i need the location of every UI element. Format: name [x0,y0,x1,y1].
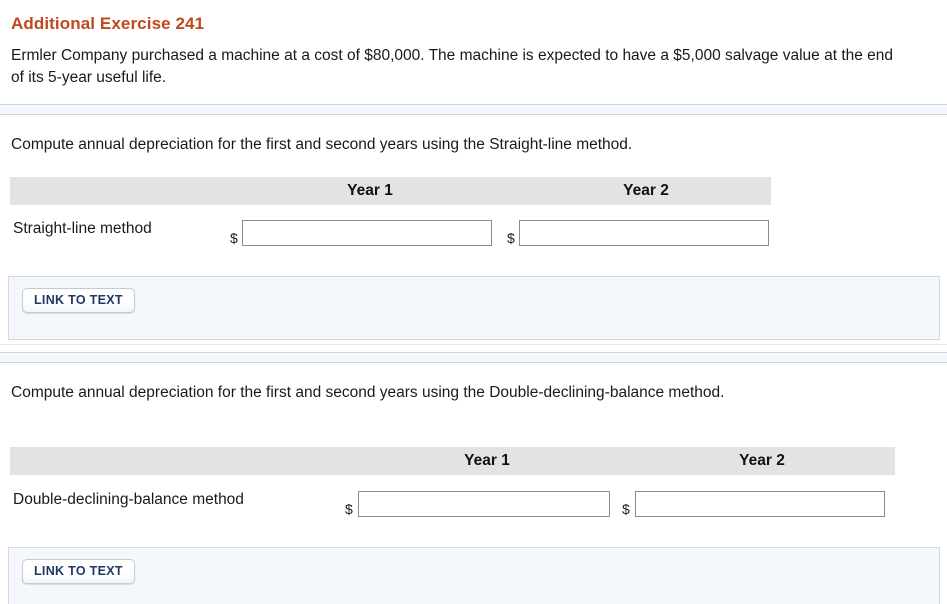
link-to-text-panel-1: LINK TO TEXT [8,276,940,340]
input-double-declining-year-2[interactable] [635,491,885,517]
page-title: Additional Exercise 241 [11,14,205,33]
input-straight-line-year-1[interactable] [242,220,492,246]
table-header-double-declining: Year 1 Year 2 [10,447,895,475]
currency-symbol-year-1-straight-line: $ [230,230,238,246]
table-header-straight-line: Year 1 Year 2 [10,177,771,205]
link-to-text-button-1[interactable]: LINK TO TEXT [22,288,135,313]
currency-symbol-year-2-straight-line: $ [507,230,515,246]
prompt-double-declining-balance: Compute annual depreciation for the firs… [11,384,725,401]
link-to-text-panel-2: LINK TO TEXT [8,547,940,604]
currency-symbol-year-2-double-declining: $ [622,501,630,517]
link-to-text-button-2[interactable]: LINK TO TEXT [22,559,135,584]
column-header-year-2: Year 2 [739,452,785,469]
section-hairline-top [0,344,947,345]
section-divider-2 [0,352,947,363]
exercise-description: Ermler Company purchased a machine at a … [11,47,894,86]
exercise-page: Additional Exercise 241 Ermler Company p… [0,0,947,604]
row-label-straight-line-method: Straight-line method [13,220,152,237]
column-header-year-1: Year 1 [347,182,393,199]
section-divider-1 [0,104,947,115]
column-header-year-2: Year 2 [623,182,669,199]
column-header-year-1: Year 1 [464,452,510,469]
prompt-straight-line: Compute annual depreciation for the firs… [11,136,633,153]
input-double-declining-year-1[interactable] [358,491,610,517]
input-straight-line-year-2[interactable] [519,220,769,246]
row-label-double-declining-balance-method: Double-declining-balance method [13,491,244,508]
currency-symbol-year-1-double-declining: $ [345,501,353,517]
